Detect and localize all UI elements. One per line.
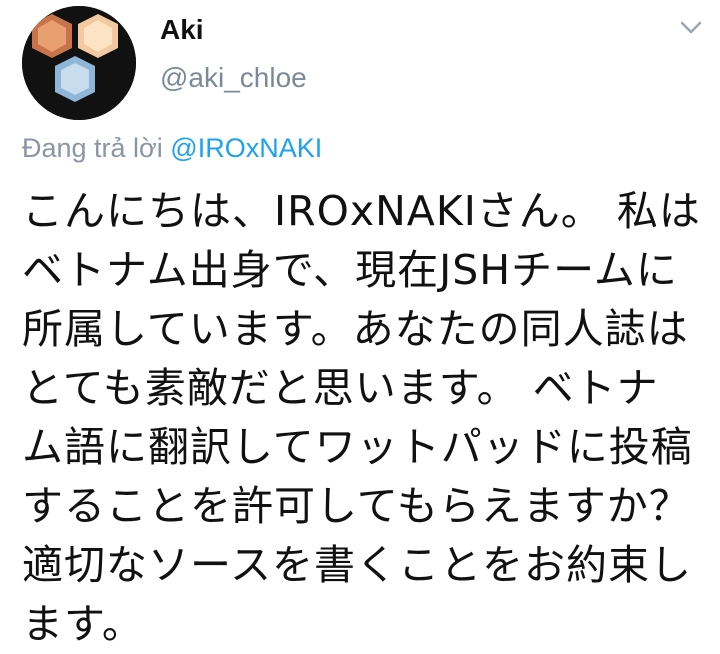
tweet-text: こんにちは、IROxNAKIさん。 私は ベトナム出身で、現在JSHチームに 所… [22,182,712,654]
reply-prefix: Đang trả lời [22,133,163,163]
tweet-line: こんにちは、IROxNAKIさん。 私は [22,187,701,235]
chevron-down-icon[interactable] [679,20,703,36]
tweet-line: 所属しています。あなたの同人誌は [22,305,689,353]
tweet-line: ます。 [22,600,144,648]
avatar[interactable] [22,6,136,120]
tweet-line: することを許可してもらえますか？ [22,482,691,530]
author-name[interactable]: Aki [160,14,204,46]
tweet-line: とても素敵だと思います。 ベトナ [22,364,659,412]
tweet-line: ム語に翻訳してワットパッドに投稿 [22,423,693,471]
reply-context: Đang trả lời @IROxNAKI [22,133,322,164]
tweet-line: ベトナム出身で、現在JSHチームに [22,246,678,294]
tweet-line: 適切なソースを書くことをお約束し [22,541,692,589]
avatar-image [22,6,136,120]
reply-mention-link[interactable]: @IROxNAKI [170,133,322,163]
author-handle[interactable]: @aki_chloe [160,62,307,94]
